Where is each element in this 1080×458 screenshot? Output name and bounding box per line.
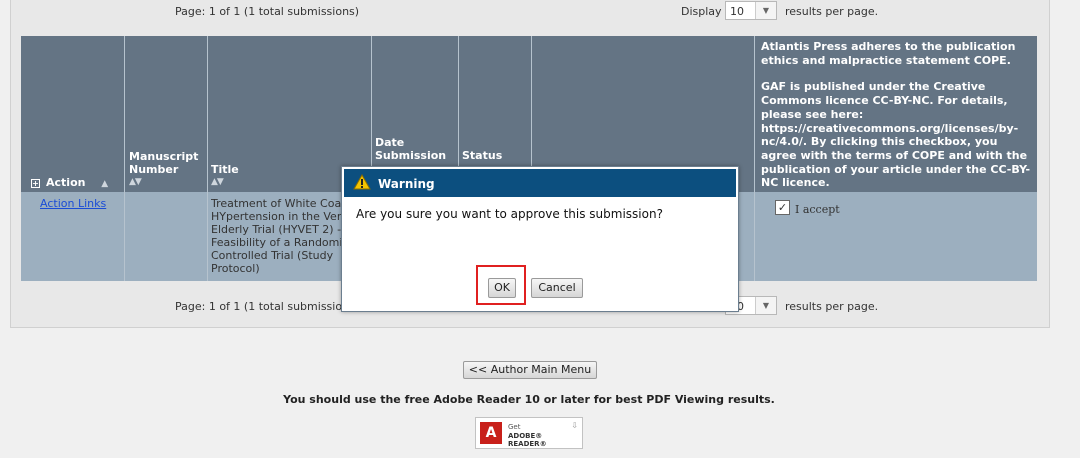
column-divider <box>754 36 755 281</box>
header-status[interactable]: Status <box>462 149 502 162</box>
pdf-viewing-note: You should use the free Adobe Reader 10 … <box>283 393 775 406</box>
adobe-reader-text: ADOBE® READER® <box>508 432 547 448</box>
chevron-down-icon[interactable]: ▼ <box>755 297 776 314</box>
get-adobe-reader-button[interactable]: A Get ADOBE® READER® ⇩ <box>475 417 583 449</box>
ok-button[interactable]: OK <box>488 278 516 298</box>
results-per-page-label: results per page. <box>785 300 879 313</box>
action-links-link[interactable]: Action Links <box>40 197 106 210</box>
warning-icon <box>353 173 371 193</box>
table-row: Action Links <box>40 197 106 210</box>
header-date-submission[interactable]: Date Submission <box>375 136 455 162</box>
results-per-page-label: results per page. <box>785 5 879 18</box>
copyright-notice: Atlantis Press adheres to the publicatio… <box>761 40 1031 190</box>
sort-icon[interactable]: ▲▼ <box>211 176 239 189</box>
adobe-logo-icon: A <box>480 422 502 444</box>
results-per-page-select[interactable]: 10 ▼ <box>725 1 777 20</box>
accept-checkbox[interactable]: ✓ <box>775 200 790 215</box>
header-manuscript-number[interactable]: Manuscript Number ▲▼ <box>129 150 205 189</box>
warning-dialog: Warning Are you sure you want to approve… <box>341 166 739 312</box>
header-action[interactable]: + Action ▲ <box>31 176 108 191</box>
header-title[interactable]: Title ▲▼ <box>211 163 239 189</box>
cancel-button[interactable]: Cancel <box>531 278 583 298</box>
download-icon: ⇩ <box>571 421 578 430</box>
column-divider <box>124 36 125 281</box>
page-info: Page: 1 of 1 (1 total submissions) <box>175 300 360 313</box>
column-divider <box>207 36 208 281</box>
page-info: Page: 1 of 1 (1 total submissions) <box>175 5 360 18</box>
expand-icon[interactable]: + <box>31 178 40 188</box>
adobe-get-text: Get <box>508 423 521 431</box>
author-main-menu-button[interactable]: << Author Main Menu <box>463 361 597 379</box>
sort-icon[interactable]: ▲▼ <box>129 176 205 189</box>
chevron-down-icon[interactable]: ▼ <box>755 2 776 19</box>
display-label: Display <box>681 5 722 18</box>
dialog-title: Warning <box>378 177 435 191</box>
pagination-top: Page: 1 of 1 (1 total submissions) Displ… <box>11 0 1049 24</box>
accept-label: I accept <box>795 203 840 216</box>
dialog-message: Are you sure you want to approve this su… <box>356 207 663 221</box>
select-value: 10 <box>730 5 744 18</box>
sort-icon[interactable]: ▲ <box>101 179 108 189</box>
dialog-title-bar: Warning <box>344 169 736 197</box>
